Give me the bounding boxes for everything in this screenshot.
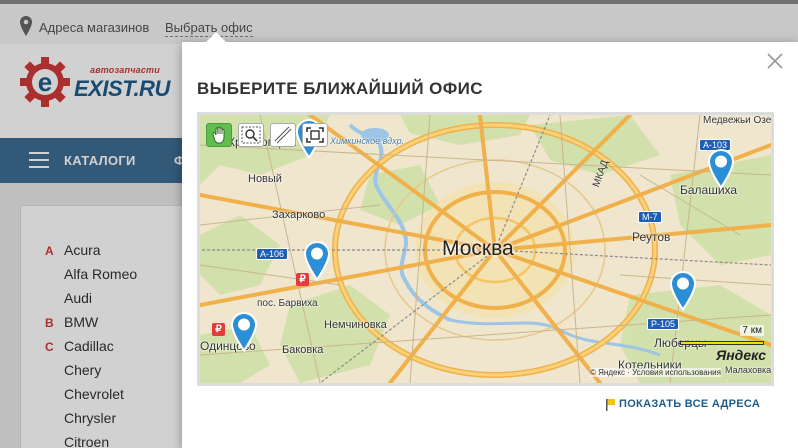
map-place-label: Малаховка [725, 365, 772, 375]
route-shield: А-106 [256, 248, 289, 260]
bank-poi-icon: ₽ [212, 323, 225, 336]
office-marker-icon[interactable] [707, 148, 735, 190]
route-shield: М-7 [638, 211, 662, 223]
yandex-logo: Яндекс [716, 347, 766, 363]
map-place-label: Реутов [632, 230, 671, 244]
zoom-area-icon[interactable] [238, 123, 264, 147]
show-all-addresses[interactable]: ПОКАЗАТЬ ВСЕ АДРЕСА [606, 398, 760, 411]
office-map[interactable]: КрасногорскНовыйЗахарковопос. БарвихаНем… [197, 112, 774, 386]
show-all-label[interactable]: ПОКАЗАТЬ ВСЕ АДРЕСА [619, 398, 760, 410]
map-place-label: Баковка [282, 344, 324, 356]
map-place-label: Химкинское вдхр. [330, 136, 405, 146]
close-icon[interactable] [766, 52, 784, 70]
map-scale: 7 км [680, 325, 768, 345]
map-place-label: Новый [248, 173, 282, 185]
map-city-label: Москва [442, 237, 514, 260]
map-place-label: Захарково [272, 209, 326, 221]
map-place-label: пос. Барвиха [257, 298, 318, 309]
pan-hand-icon[interactable] [206, 123, 232, 147]
office-marker-icon[interactable] [669, 270, 697, 312]
route-shield: Р-105 [647, 318, 680, 330]
flag-icon [605, 398, 617, 415]
ruler-icon[interactable] [270, 123, 296, 147]
map-place-label: Медвежьи Озера [703, 115, 772, 126]
map-copyright[interactable]: © Яндекс · Условия использования [590, 368, 721, 377]
fullscreen-icon[interactable] [302, 123, 328, 147]
modal-title: ВЫБЕРИТЕ БЛИЖАЙШИЙ ОФИС [197, 79, 483, 98]
map-place-label: Немчиновка [324, 319, 387, 331]
bank-poi-icon: ₽ [296, 273, 309, 286]
office-marker-icon[interactable] [230, 311, 258, 353]
office-modal: ВЫБЕРИТЕ БЛИЖАЙШИЙ ОФИС Новый Захарково … [182, 32, 798, 448]
modal-pointer [206, 32, 226, 42]
map-scale-label: 7 км [740, 325, 764, 336]
